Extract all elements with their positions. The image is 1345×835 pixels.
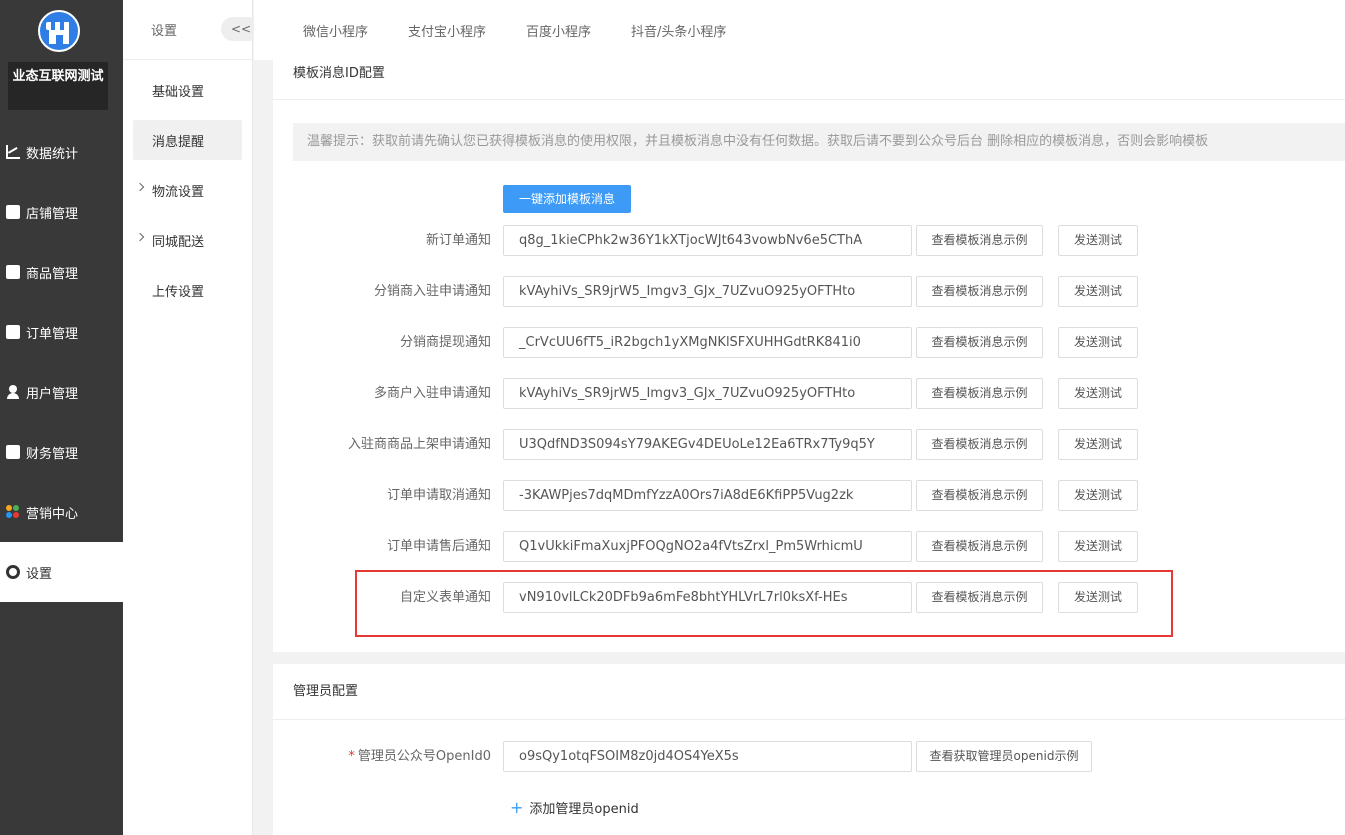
sidebar-item-store[interactable]: 店铺管理 [0, 182, 123, 242]
settings-icon [6, 565, 20, 579]
template-id-input[interactable]: kVAyhiVs_SR9jrW5_Imgv3_GJx_7UZvuO925yOFT… [503, 276, 912, 307]
send-test-button[interactable]: 发送测试 [1058, 327, 1138, 358]
view-example-button[interactable]: 查看模板消息示例 [916, 327, 1043, 358]
subnav-item-messages[interactable]: 消息提醒 [133, 120, 242, 160]
send-test-button[interactable]: 发送测试 [1058, 378, 1138, 409]
brand: 业态互联网测试 [0, 0, 123, 122]
sidebar-item-goods[interactable]: 商品管理 [0, 242, 123, 302]
sidebar-item-orders[interactable]: 订单管理 [0, 302, 123, 362]
panel-title: 模板消息ID配置 [273, 60, 1345, 100]
openid-input[interactable]: o9sQy1otqFSOIM8z0jd4OS4YeX5s [503, 741, 912, 772]
template-row: 订单申请取消通知 -3KAWPjes7dqMDmfYzzA0Ors7iA8dE6… [273, 480, 1345, 511]
sidebar-item-label: 财务管理 [26, 446, 79, 462]
sidebar-item-settings[interactable]: 设置 [0, 542, 123, 602]
template-id-input[interactable]: Q1vUkkiFmaXuxjPFOQgNO2a4fVtsZrxl_Pm5Wrhi… [503, 531, 912, 562]
sidebar-item-label: 数据统计 [26, 146, 79, 162]
sidebar-item-label: 营销中心 [26, 506, 79, 522]
sidebar-item-label: 店铺管理 [26, 206, 79, 222]
row-label: 分销商入驻申请通知 [373, 284, 491, 299]
template-id-input[interactable]: _CrVcUU6fT5_iR2bgch1yXMgNKlSFXUHHGdtRK84… [503, 327, 912, 358]
sidebar-item-marketing[interactable]: 营销中心 [0, 482, 123, 542]
sidebar-item-label: 设置 [26, 566, 53, 582]
chevron-right-icon [135, 182, 145, 192]
add-admin-label: 添加管理员openid [529, 802, 639, 817]
settings-subnav: 设置 << 基础设置 消息提醒 物流设置 同城配送 上传设置 [123, 0, 261, 835]
template-id-input[interactable]: U3QdfND3S094sY79AKEGv4DEUoLe12Ea6TRx7Ty9… [503, 429, 912, 460]
send-test-button[interactable]: 发送测试 [1058, 429, 1138, 460]
template-id-input[interactable]: -3KAWPjes7dqMDmfYzzA0Ors7iA8dE6KfiPP5Vug… [503, 480, 912, 511]
view-openid-example-button[interactable]: 查看获取管理员openid示例 [916, 741, 1092, 772]
admin-openid-row: * 管理员公众号OpenId0 o9sQy1otqFSOIM8z0jd4OS4Ye… [273, 741, 1345, 772]
order-icon [6, 325, 20, 339]
tab-baidu[interactable]: 百度小程序 [526, 21, 591, 40]
sidebar-item-finance[interactable]: 财务管理 [0, 422, 123, 482]
view-example-button[interactable]: 查看模板消息示例 [916, 429, 1043, 460]
subnav-item-basic[interactable]: 基础设置 [133, 70, 242, 110]
view-example-button[interactable]: 查看模板消息示例 [916, 225, 1043, 256]
chevron-right-icon [135, 232, 145, 242]
sidebar-item-label: 订单管理 [26, 326, 79, 342]
template-row: 订单申请售后通知 Q1vUkkiFmaXuxjPFOQgNO2a4fVtsZrx… [273, 531, 1345, 562]
panel-title: 管理员配置 [273, 664, 1345, 720]
sidebar-item-label: 商品管理 [26, 266, 79, 282]
subnav-item-upload[interactable]: 上传设置 [133, 270, 242, 310]
marketing-icon [6, 505, 20, 519]
subnav-item-logistics[interactable]: 物流设置 [133, 170, 242, 210]
view-example-button[interactable]: 查看模板消息示例 [916, 531, 1043, 562]
send-test-button[interactable]: 发送测试 [1058, 276, 1138, 307]
template-row: 分销商提现通知 _CrVcUU6fT5_iR2bgch1yXMgNKlSFXUH… [273, 327, 1345, 358]
warning-tip: 温馨提示：获取前请先确认您已获得模板消息的使用权限，并且模板消息中没有任何数据。… [293, 123, 1345, 161]
tab-wechat[interactable]: 微信小程序 [303, 21, 368, 40]
row-label: 分销商提现通知 [399, 335, 491, 350]
template-row: 新订单通知 q8g_1kieCPhk2w36Y1kXTjocWJt643vowb… [273, 225, 1345, 256]
tab-douyin[interactable]: 抖音/头条小程序 [631, 21, 726, 40]
view-example-button[interactable]: 查看模板消息示例 [916, 276, 1043, 307]
admin-config-panel: 管理员配置 * 管理员公众号OpenId0 o9sQy1otqFSOIM8z0jd… [273, 664, 1345, 835]
plus-icon: + [510, 798, 524, 817]
user-icon [6, 385, 20, 399]
row-label: * 管理员公众号OpenId0 [348, 749, 491, 764]
tab-alipay[interactable]: 支付宝小程序 [408, 21, 486, 40]
store-logo-icon [38, 10, 80, 52]
finance-icon [6, 445, 20, 459]
row-label: 入驻商商品上架申请通知 [347, 437, 491, 452]
brand-name: 业态互联网测试 [8, 62, 108, 110]
subnav-item-local-delivery[interactable]: 同城配送 [133, 220, 242, 260]
subnav-title: 设置 [151, 24, 178, 39]
template-id-input[interactable]: kVAyhiVs_SR9jrW5_Imgv3_GJx_7UZvuO925yOFT… [503, 378, 912, 409]
platform-tabs: 微信小程序 支付宝小程序 百度小程序 抖音/头条小程序 [254, 0, 1345, 60]
row-label: 新订单通知 [425, 233, 491, 248]
send-test-button[interactable]: 发送测试 [1058, 480, 1138, 511]
highlight-box [355, 570, 1173, 637]
add-admin-openid-link[interactable]: + 添加管理员openid [510, 798, 639, 817]
main-sidebar: 业态互联网测试 数据统计 店铺管理 商品管理 订单管理 用户管理 财务管理 营销… [0, 0, 123, 835]
send-test-button[interactable]: 发送测试 [1058, 531, 1138, 562]
row-label: 订单申请取消通知 [386, 488, 491, 503]
view-example-button[interactable]: 查看模板消息示例 [916, 480, 1043, 511]
template-id-input[interactable]: q8g_1kieCPhk2w36Y1kXTjocWJt643vowbNv6e5C… [503, 225, 912, 256]
view-example-button[interactable]: 查看模板消息示例 [916, 378, 1043, 409]
row-label: 多商户入驻申请通知 [373, 386, 491, 401]
required-mark: * [348, 749, 355, 764]
store-icon [6, 205, 20, 219]
chart-icon [6, 145, 20, 159]
subnav-item-label: 同城配送 [152, 234, 205, 250]
goods-icon [6, 265, 20, 279]
template-row: 分销商入驻申请通知 kVAyhiVs_SR9jrW5_Imgv3_GJx_7UZ… [273, 276, 1345, 307]
add-template-button[interactable]: 一键添加模板消息 [503, 185, 631, 213]
send-test-button[interactable]: 发送测试 [1058, 225, 1138, 256]
sidebar-item-users[interactable]: 用户管理 [0, 362, 123, 422]
template-config-panel: 模板消息ID配置 温馨提示：获取前请先确认您已获得模板消息的使用权限，并且模板消… [273, 60, 1345, 652]
row-label: 订单申请售后通知 [386, 539, 491, 554]
template-row: 入驻商商品上架申请通知 U3QdfND3S094sY79AKEGv4DEUoLe… [273, 429, 1345, 460]
subnav-header: 设置 << [123, 0, 261, 60]
subnav-item-label: 物流设置 [152, 184, 205, 200]
sidebar-item-label: 用户管理 [26, 386, 79, 402]
template-row: 多商户入驻申请通知 kVAyhiVs_SR9jrW5_Imgv3_GJx_7UZ… [273, 378, 1345, 409]
sidebar-item-stats[interactable]: 数据统计 [0, 122, 123, 182]
